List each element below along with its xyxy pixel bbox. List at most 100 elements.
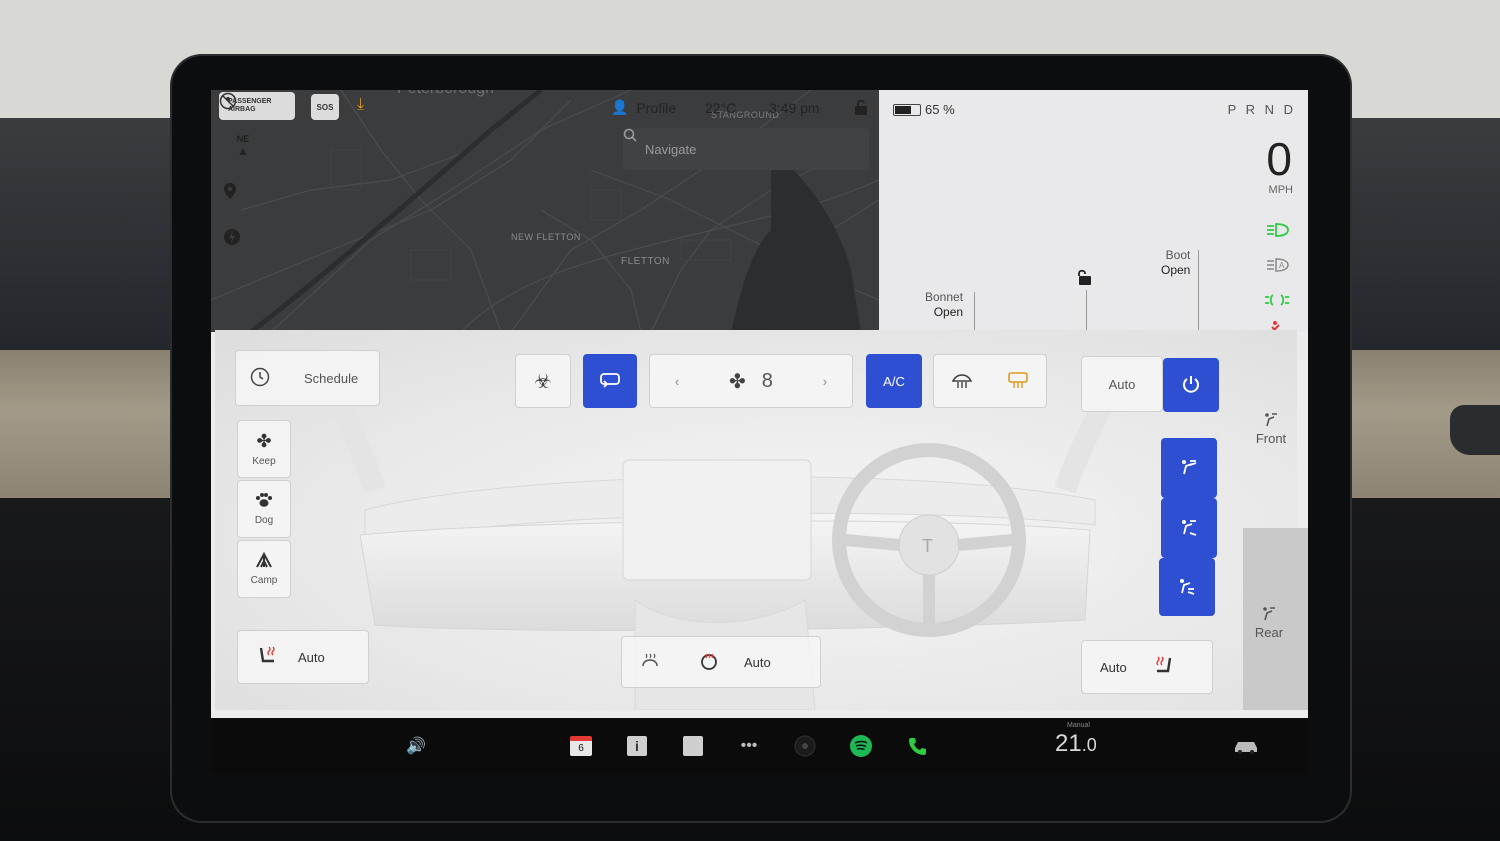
info-label: i [627, 736, 647, 756]
boot-status[interactable]: Boot Open [1161, 248, 1190, 278]
compass-button[interactable]: NE ▲ [223, 126, 263, 166]
boot-label: Boot [1165, 248, 1191, 262]
left-seat-heater[interactable]: Auto [237, 630, 369, 684]
door-callout-line [1086, 290, 1087, 332]
compass-arrow-icon: ▲ [237, 144, 249, 158]
recirculate-button[interactable] [583, 354, 637, 408]
calendar-day: 6 [570, 736, 592, 756]
airflow-feet-icon [1176, 576, 1198, 599]
sos-label: SOS [316, 102, 334, 112]
climate-panel: T Schedule ✤ Keep Dog Camp Auto ☣ ‹ ✤ 8 … [215, 330, 1308, 710]
profile-label: Profile [636, 99, 677, 116]
map-city-label: Peterborough [397, 90, 494, 98]
biohazard-icon: ☣ [534, 370, 552, 393]
keep-mode-button[interactable]: ✤ Keep [237, 420, 291, 478]
fan-speed-control[interactable]: ‹ ✤ 8 › [649, 354, 853, 408]
volume-icon[interactable]: 🔊 [401, 732, 431, 760]
door-unlocked-icon[interactable] [1077, 268, 1093, 291]
speed-readout: 0 [1266, 133, 1292, 185]
recirculate-icon [599, 372, 621, 391]
speed-unit: MPH [1268, 184, 1293, 196]
cabin-temperature[interactable]: 21.0 [1055, 730, 1097, 758]
vent-mode-face[interactable] [1161, 438, 1217, 498]
download-icon[interactable]: ⤓ [357, 96, 364, 114]
headlights-icon [1266, 222, 1290, 241]
right-seat-auto-label: Auto [1100, 659, 1127, 675]
steering-wheel-heater-icon[interactable] [640, 652, 660, 673]
front-climate-tab[interactable]: Front [1245, 410, 1297, 446]
power-icon [1181, 374, 1201, 397]
airflow-icon [1243, 604, 1295, 625]
clock: 3:49 pm [769, 100, 820, 116]
profile-button[interactable]: 👤 Profile [611, 99, 676, 116]
gear-selector: P R N D [1227, 102, 1296, 117]
bonnet-state: Open [933, 305, 964, 319]
schedule-label: Schedule [304, 370, 359, 386]
tent-icon [255, 551, 273, 571]
bioweapon-defense-button[interactable]: ☣ [515, 354, 571, 408]
charging-icon[interactable] [223, 228, 263, 268]
svg-text:A: A [1279, 261, 1285, 270]
vent-mode-face-feet[interactable] [1161, 498, 1217, 558]
keep-label: Keep [252, 456, 276, 467]
sos-button[interactable]: SOS [311, 94, 339, 120]
front-defrost-icon[interactable] [951, 371, 973, 392]
fan-icon: ✤ [256, 431, 272, 451]
navigate-search[interactable]: Navigate [623, 128, 869, 170]
phone-icon[interactable] [905, 732, 929, 760]
dog-mode-button[interactable]: Dog [237, 480, 291, 538]
camera-icon[interactable] [793, 732, 817, 760]
manual-icon[interactable]: i [625, 732, 649, 760]
compass-heading: NE [236, 134, 250, 144]
spotify-icon[interactable] [848, 732, 874, 760]
battery-indicator: 65 % [893, 102, 955, 117]
rear-defrost-icon[interactable] [1007, 371, 1029, 392]
battery-icon [893, 103, 921, 116]
airflow-face-feet-icon [1178, 517, 1200, 540]
dog-label: Dog [254, 515, 274, 526]
schedule-button[interactable]: Schedule [235, 350, 380, 406]
calendar-icon[interactable]: 6 [569, 732, 593, 760]
auto-high-beam-icon: A [1266, 257, 1290, 276]
map-view[interactable]: Peterborough NEW FLETTON FLETTON STANGRO… [211, 90, 879, 332]
seat-heater-icon [1153, 655, 1175, 680]
camp-label: Camp [250, 575, 278, 586]
center-auto-label: Auto [744, 654, 771, 670]
steering-heat-icon[interactable] [700, 652, 718, 673]
map-area-label: FLETTON [621, 256, 670, 267]
bonnet-label: Bonnet [925, 290, 964, 304]
side-lights-icon [1264, 292, 1290, 311]
fan-increase-button[interactable]: › [823, 374, 827, 389]
vehicle-status-panel: 65 % P R N D 0 MPH A Boot Open Bonnet Op… [879, 90, 1308, 334]
climate-auto-label: Auto [1108, 376, 1136, 392]
notes-icon[interactable] [681, 732, 705, 760]
bonnet-callout-line [974, 292, 975, 332]
front-label: Front [1255, 431, 1287, 446]
car-icon[interactable] [1231, 732, 1261, 760]
boot-callout-line [1198, 250, 1199, 332]
right-seat-heater[interactable]: Auto [1081, 640, 1213, 694]
map-area-label: NEW FLETTON [511, 232, 581, 242]
map-roads [211, 90, 879, 332]
more-apps-icon[interactable]: ••• [737, 732, 761, 760]
ac-button[interactable]: A/C [866, 354, 922, 408]
cabin-temp-whole: 21 [1055, 730, 1082, 757]
paw-icon [255, 492, 273, 511]
fan-icon: ✤ [729, 370, 746, 393]
rear-label: Rear [1254, 625, 1284, 640]
person-icon: 👤 [611, 99, 629, 115]
center-heating-group: Auto [621, 636, 821, 688]
temp-mode-label: Manual [1067, 722, 1090, 729]
fan-decrease-button[interactable]: ‹ [675, 374, 679, 389]
climate-power-button[interactable] [1163, 358, 1219, 412]
seat-heater-icon [256, 645, 278, 670]
airflow-face-icon [1178, 457, 1200, 480]
pin-icon[interactable] [223, 182, 263, 222]
rear-climate-tab[interactable]: Rear [1243, 604, 1295, 640]
battery-percent: 65 % [925, 102, 955, 117]
bonnet-status[interactable]: Bonnet Open [925, 290, 963, 320]
vent-mode-feet[interactable] [1159, 558, 1215, 616]
camp-mode-button[interactable]: Camp [237, 540, 291, 598]
climate-auto-button[interactable]: Auto [1081, 356, 1163, 412]
svg-text:T: T [922, 536, 933, 556]
